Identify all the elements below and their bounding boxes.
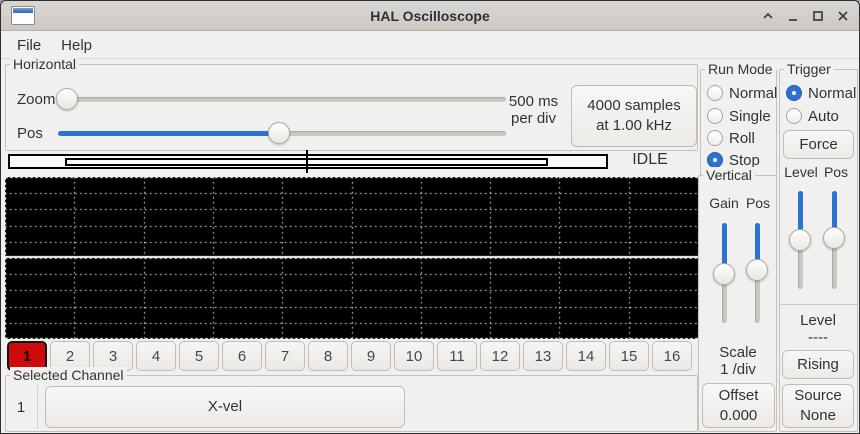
window-title: HAL Oscilloscope [1, 1, 859, 31]
channel-button-15[interactable]: 15 [609, 341, 649, 371]
selected-channel-frame-label: Selected Channel [10, 367, 127, 384]
trigger-radio-auto[interactable]: Auto [786, 107, 839, 125]
channel-button-4[interactable]: 4 [136, 341, 176, 371]
trigger-pos-slider-label: Pos [821, 164, 851, 180]
titlebar: HAL Oscilloscope [1, 1, 859, 31]
samples-button[interactable]: 4000 samples at 1.00 kHz [571, 85, 697, 147]
radio-icon [707, 108, 723, 124]
pos-slider-handle[interactable] [268, 122, 290, 144]
runmode-radio-roll[interactable]: Roll [707, 129, 755, 147]
channel-button-16[interactable]: 16 [652, 341, 692, 371]
channel-button-11[interactable]: 11 [437, 341, 477, 371]
gain-slider-handle[interactable] [713, 263, 735, 285]
radio-icon [786, 108, 802, 124]
capture-status: IDLE [614, 151, 686, 169]
radio-icon [707, 130, 723, 146]
zoom-slider-handle[interactable] [56, 88, 78, 110]
record-position-marker [306, 150, 308, 173]
radio-icon [707, 85, 723, 101]
menubar: File Help [1, 32, 859, 59]
trigger-source-button[interactable]: Source None [782, 384, 854, 428]
trigger-level-caption: Level [782, 312, 854, 329]
shade-icon[interactable] [760, 8, 776, 24]
channel-button-12[interactable]: 12 [480, 341, 520, 371]
run-mode-frame-label: Run Mode [705, 61, 776, 78]
vertical-frame-label: Vertical [703, 167, 755, 184]
trigger-level-slider-handle[interactable] [789, 229, 811, 251]
trigger-separator [780, 304, 857, 305]
pos-slider-label: Pos [17, 125, 43, 142]
trigger-level-slider-label: Level [782, 164, 820, 180]
channel-button-7[interactable]: 7 [265, 341, 305, 371]
trigger-edge-button[interactable]: Rising [782, 350, 854, 379]
scope-display[interactable] [5, 177, 699, 339]
selected-channel-separator [37, 385, 38, 429]
channel-source-button[interactable]: X-vel [45, 386, 405, 428]
radio-icon-checked [786, 85, 802, 101]
vertical-pos-slider-label: Pos [743, 195, 773, 211]
runmode-radio-normal[interactable]: Normal [707, 84, 777, 102]
scale-button[interactable]: Scale 1 /div [702, 344, 774, 378]
trigger-radio-normal[interactable]: Normal [786, 84, 856, 102]
pos-slider-fill [58, 131, 279, 136]
force-button[interactable]: Force [783, 130, 854, 159]
runmode-radio-single[interactable]: Single [707, 107, 771, 125]
minimize-icon[interactable] [785, 8, 801, 24]
radio-icon-checked [707, 152, 723, 168]
menu-file[interactable]: File [7, 34, 51, 57]
horizontal-frame-label: Horizontal [10, 56, 79, 73]
vertical-pos-slider-handle[interactable] [746, 259, 768, 281]
close-icon[interactable] [835, 8, 851, 24]
menu-help[interactable]: Help [51, 34, 102, 57]
channel-button-9[interactable]: 9 [351, 341, 391, 371]
scope-grid-canvas [5, 177, 699, 339]
gain-slider-label: Gain [706, 195, 742, 211]
channel-button-13[interactable]: 13 [523, 341, 563, 371]
zoom-slider-label: Zoom [17, 91, 55, 108]
offset-button[interactable]: Offset 0.000 [702, 383, 775, 428]
channel-button-14[interactable]: 14 [566, 341, 606, 371]
channel-button-5[interactable]: 5 [179, 341, 219, 371]
trigger-frame-label: Trigger [784, 61, 834, 78]
maximize-icon[interactable] [810, 8, 826, 24]
trigger-pos-slider-handle[interactable] [823, 227, 845, 249]
channel-button-8[interactable]: 8 [308, 341, 348, 371]
selected-channel-number: 1 [9, 399, 33, 416]
zoom-slider-track[interactable] [58, 97, 506, 102]
time-per-div: 500 ms per div [501, 93, 566, 127]
trigger-level-value: ---- [782, 329, 854, 346]
channel-button-6[interactable]: 6 [222, 341, 262, 371]
channel-button-10[interactable]: 10 [394, 341, 434, 371]
app-window: HAL Oscilloscope File Help Horizontal Zo… [0, 0, 860, 434]
